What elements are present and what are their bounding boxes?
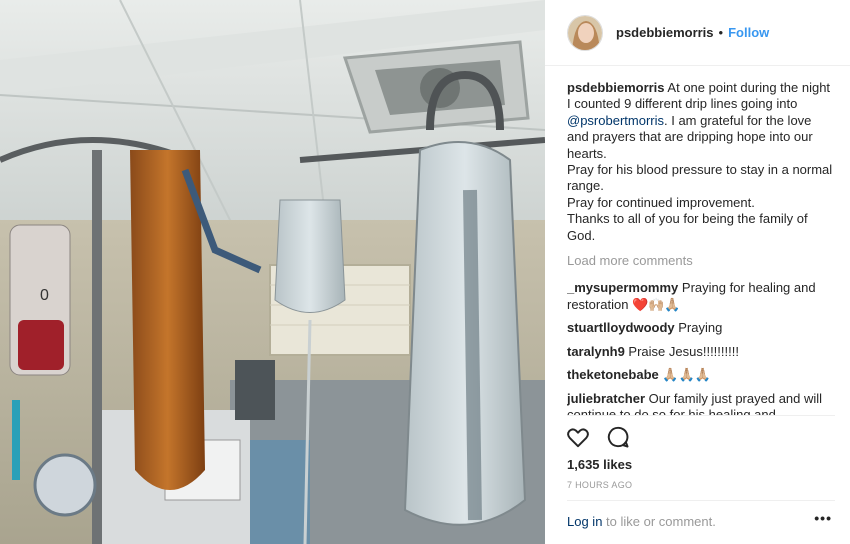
comment-text: Praying: [674, 320, 723, 336]
login-prompt: Log in to like or comment.: [567, 514, 716, 529]
hospital-iv-photo: 0: [0, 0, 545, 544]
comment-username[interactable]: juliebratcher: [567, 391, 645, 406]
follow-button[interactable]: Follow: [728, 25, 769, 40]
post-header: psdebbiemorris • Follow: [545, 0, 850, 66]
post-timestamp[interactable]: 7 HOURS AGO: [567, 480, 632, 490]
comment-username[interactable]: theketonebabe: [567, 367, 659, 382]
post-caption: psdebbiemorris At one point during the n…: [567, 80, 835, 244]
comment-bubble-icon[interactable]: [605, 424, 631, 450]
action-bar: [565, 424, 631, 450]
svg-text:0: 0: [40, 287, 49, 304]
comment-text: 🙏🏼🙏🏼🙏🏼: [658, 367, 711, 383]
profile-picture: [568, 15, 602, 50]
load-more-comments-button[interactable]: Load more comments: [567, 253, 835, 269]
login-prompt-text: to like or comment.: [602, 514, 716, 529]
likes-count[interactable]: 1,635 likes: [567, 457, 632, 472]
divider: [567, 500, 835, 501]
caption-mention[interactable]: @psrobertmorris: [567, 113, 664, 128]
post-photo[interactable]: 0: [0, 0, 545, 544]
comments-list[interactable]: psdebbiemorris At one point during the n…: [567, 80, 835, 415]
separator-dot: •: [718, 25, 724, 40]
avatar[interactable]: [567, 14, 603, 51]
header-username[interactable]: psdebbiemorris: [616, 25, 714, 40]
heart-icon[interactable]: [565, 424, 591, 450]
post-side-panel: psdebbiemorris • Follow psdebbiemorris A…: [545, 0, 850, 544]
caption-line: Pray for his blood pressure to stay in a…: [567, 162, 833, 194]
comment-text: Praise Jesus!!!!!!!!!!: [624, 343, 739, 359]
comment-username[interactable]: taralynh9: [567, 344, 625, 359]
caption-line: Thanks to all of you for being the famil…: [567, 211, 808, 243]
comment-item: juliebratcher Our family just prayed and…: [567, 391, 835, 416]
comment-item: taralynh9 Praise Jesus!!!!!!!!!!: [567, 344, 835, 360]
more-dots-icon[interactable]: •••: [814, 510, 832, 526]
login-link[interactable]: Log in: [567, 514, 602, 529]
divider: [567, 415, 835, 416]
comment-item: _mysupermommy Praying for healing and re…: [567, 280, 835, 313]
comment-username[interactable]: stuartlloydwoody: [567, 320, 675, 335]
comment-username[interactable]: _mysupermommy: [567, 280, 678, 295]
caption-username[interactable]: psdebbiemorris: [567, 80, 665, 95]
caption-line: Pray for continued improvement.: [567, 194, 755, 210]
comment-item: stuartlloydwoody Praying: [567, 320, 835, 336]
comment-item: theketonebabe 🙏🏼🙏🏼🙏🏼: [567, 367, 835, 383]
